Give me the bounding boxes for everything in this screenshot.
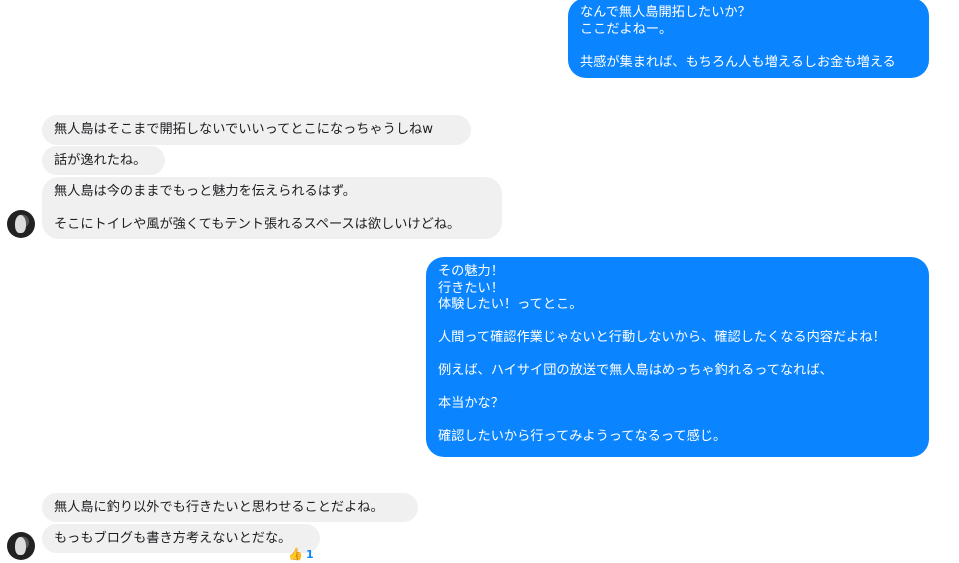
message-line: 無人島は今のままでもっと魅力を伝えられるはず。: [54, 184, 356, 199]
contact-avatar[interactable]: [7, 532, 35, 560]
thumbs-up-icon: 👍: [288, 547, 303, 561]
reaction-count: 1: [305, 547, 314, 561]
incoming-message[interactable]: 無人島はそこまで開拓しないでいいってとこになっちゃうしねw: [42, 115, 471, 145]
message-line: 行きたい！: [438, 280, 504, 296]
message-line: 確認したいから行ってみようってなるって感じ。: [438, 429, 727, 444]
message-line: その魅力！: [438, 264, 504, 279]
message-line: [438, 314, 917, 331]
message-line: [438, 347, 917, 364]
incoming-message[interactable]: もっもブログも書き方考えないとだな。: [42, 524, 320, 553]
outgoing-message[interactable]: その魅力！ 行きたい！ 体験したい！ってとこ。 人間って確認作業じゃないと行動し…: [426, 257, 929, 457]
message-line: 例えば、ハイサイ団の放送で無人島はめっちゃ釣れるってなれば、: [438, 363, 833, 378]
incoming-message[interactable]: 無人島に釣り以外でも行きたいと思わせることだよね。: [42, 493, 418, 522]
reaction-badge[interactable]: 👍 1: [288, 547, 314, 561]
incoming-message[interactable]: 話が逸れたね。: [42, 146, 165, 175]
message-line: 無人島に釣り以外でも行きたいと思わせることだよね。: [54, 500, 384, 515]
message-line: 本当かな？: [438, 396, 504, 411]
outgoing-message[interactable]: なんで無人島開拓したいか？ ここだよねー。 共感が集まれば、もちろん人も増えるし…: [568, 0, 929, 78]
incoming-message[interactable]: 無人島は今のままでもっと魅力を伝えられるはず。 そこにトイレや風が強くてもテント…: [42, 177, 502, 239]
avatar-silhouette: [15, 537, 26, 555]
message-line: [580, 38, 917, 55]
avatar-silhouette: [15, 215, 26, 233]
message-line: 話が逸れたね。: [54, 153, 147, 168]
message-line: そこにトイレや風が強くてもテント張れるスペースは欲しいけどね。: [54, 217, 461, 232]
message-line: もっもブログも書き方考えないとだな。: [54, 531, 292, 546]
message-line: [54, 201, 490, 218]
message-line: 体験したい！ってとこ。: [438, 297, 583, 312]
message-line: ここだよねー。: [580, 21, 673, 37]
message-line: なんで無人島開拓したいか？: [580, 5, 751, 20]
message-line: 共感が集まれば、もちろん人も増えるしお金も増える: [580, 54, 896, 70]
contact-avatar[interactable]: [7, 210, 35, 238]
message-line: [438, 413, 917, 430]
message-line: 無人島はそこまで開拓しないでいいってとこになっちゃうしねw: [54, 122, 433, 137]
message-line: [438, 380, 917, 397]
message-line: 人間って確認作業じゃないと行動しないから、確認したくなる内容だよね！: [438, 330, 886, 345]
